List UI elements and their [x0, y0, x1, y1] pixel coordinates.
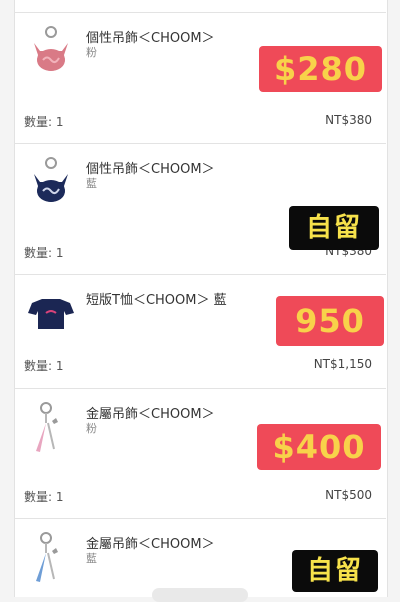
scroll-indicator	[152, 588, 248, 602]
item-price: NT$380	[325, 113, 372, 127]
quantity-label: 數量: 1	[24, 359, 64, 373]
product-thumbnail	[24, 531, 78, 585]
product-name: 金屬吊飾＜CHOOM＞	[86, 537, 215, 552]
product-thumbnail	[24, 25, 78, 79]
quantity-label: 數量: 1	[24, 246, 64, 260]
product-thumbnail	[24, 289, 78, 343]
resale-price-tag: $280	[259, 46, 382, 92]
item-price: NT$1,150	[313, 357, 372, 371]
product-thumbnail	[24, 156, 78, 210]
product-variant: 藍	[86, 552, 97, 565]
product-variant: 粉	[86, 422, 97, 435]
resale-price-tag: $400	[257, 424, 381, 470]
product-name: 短版T恤＜CHOOM＞ 藍	[86, 293, 227, 308]
product-thumbnail	[24, 401, 78, 455]
product-name: 個性吊飾＜CHOOM＞	[86, 162, 215, 177]
product-name: 個性吊飾＜CHOOM＞	[86, 31, 215, 46]
product-name: 金屬吊飾＜CHOOM＞	[86, 407, 215, 422]
keep-for-self-tag: 自留	[292, 550, 378, 592]
keep-for-self-tag: 自留	[289, 206, 379, 250]
quantity-label: 數量: 1	[24, 490, 64, 504]
product-variant: 藍	[86, 177, 97, 190]
product-variant: 粉	[86, 46, 97, 59]
quantity-label: 數量: 1	[24, 115, 64, 129]
item-price: NT$500	[325, 488, 372, 502]
resale-price-tag: 950	[276, 296, 384, 346]
